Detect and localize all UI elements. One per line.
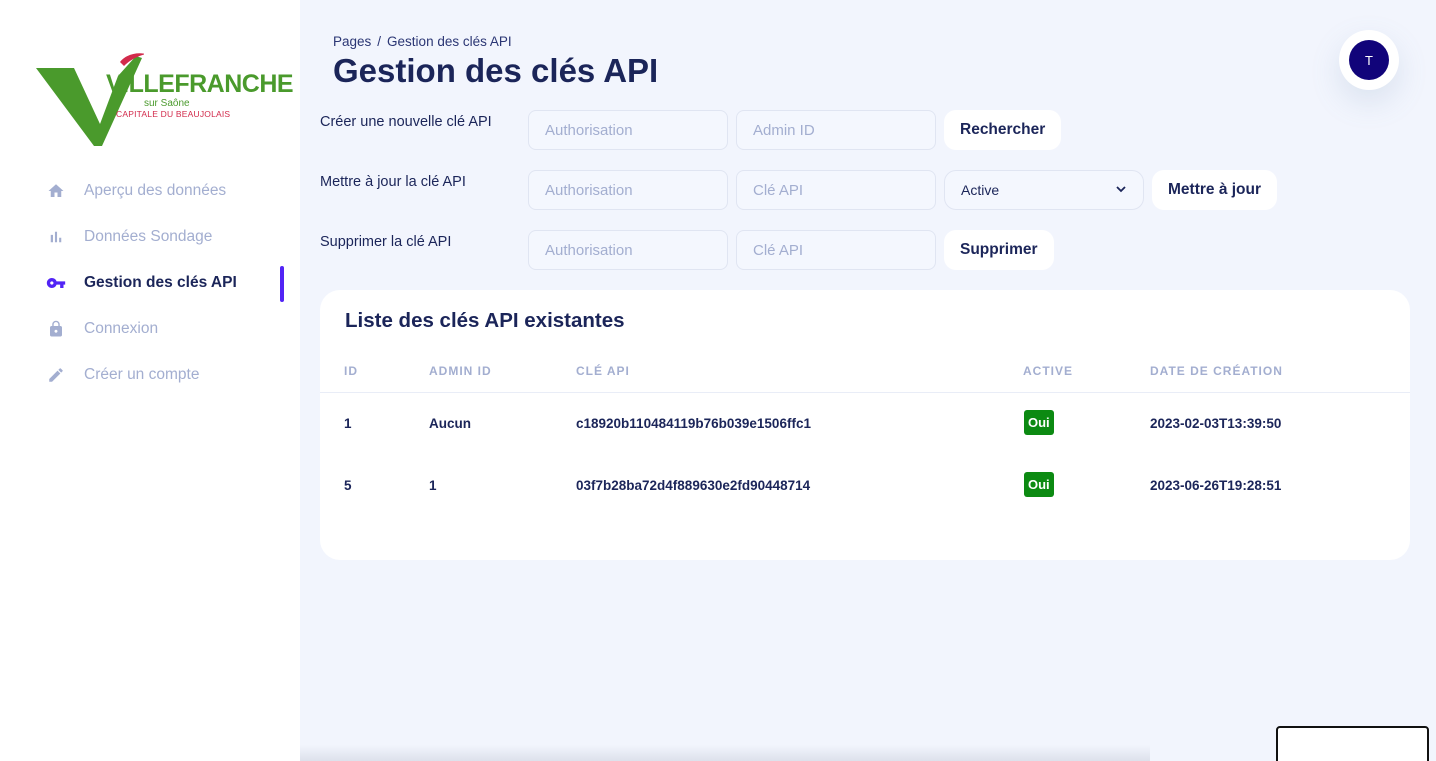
supprimer-button[interactable]: Supprimer xyxy=(944,230,1054,270)
col-active-header[interactable]: ACTIVE xyxy=(1023,364,1073,378)
sidebar-item-label: Créer un compte xyxy=(84,366,200,383)
cell-id: 5 xyxy=(344,478,352,493)
sidebar-item-label: Données Sondage xyxy=(84,228,213,245)
table-row: 1 Aucun c18920b110484119b76b039e1506ffc1… xyxy=(320,404,1410,444)
window-thumbnail[interactable] xyxy=(1276,726,1429,761)
sidebar-item-connexion[interactable]: Connexion xyxy=(0,306,300,352)
col-id-header[interactable]: ID xyxy=(344,364,358,378)
home-icon xyxy=(46,181,66,201)
table-header: ID ADMIN ID CLÉ API ACTIVE DATE DE CRÉAT… xyxy=(320,362,1410,393)
logo-tagline: CAPITALE DU BEAUJOLAIS xyxy=(116,109,231,119)
delete-key-label: Supprimer la clé API xyxy=(320,234,452,250)
cell-created: 2023-06-26T19:28:51 xyxy=(1150,478,1282,493)
pencil-icon xyxy=(46,365,66,385)
status-badge: Oui xyxy=(1024,472,1054,497)
col-admin-id-header[interactable]: ADMIN ID xyxy=(429,364,492,378)
col-key-header[interactable]: CLÉ API xyxy=(576,364,630,378)
delete-key-input[interactable] xyxy=(736,230,936,270)
sidebar-item-label: Aperçu des données xyxy=(84,182,227,199)
page-title: Gestion des clés API xyxy=(333,52,659,89)
update-key-input[interactable] xyxy=(736,170,936,210)
update-key-label: Mettre à jour la clé API xyxy=(320,174,466,190)
main-content: Pages / Gestion des clés API Gestion des c… xyxy=(300,0,1436,761)
delete-auth-input[interactable] xyxy=(528,230,728,270)
cell-id: 1 xyxy=(344,416,352,431)
logo-subtitle: sur Saône xyxy=(144,98,190,109)
logo-v-mark xyxy=(36,53,144,146)
create-key-form: Créer une nouvelle clé API Rechercher xyxy=(320,110,1320,150)
create-key-label: Créer une nouvelle clé API xyxy=(320,114,492,130)
card-title: Liste des clés API existantes xyxy=(345,309,625,332)
user-menu[interactable]: T xyxy=(1339,30,1399,90)
bar-chart-icon xyxy=(46,227,66,247)
villefranche-logo[interactable]: VILLEFRANCHE sur Saône CAPITALE DU BEAUJ… xyxy=(34,52,294,148)
cell-key: 03f7b28ba72d4f889630e2fd90448714 xyxy=(576,478,811,493)
cell-admin-id: Aucun xyxy=(429,416,471,431)
breadcrumb: Pages / Gestion des clés API xyxy=(333,34,512,49)
api-keys-card: Liste des clés API existantes ID ADMIN I… xyxy=(320,290,1410,560)
logo-title: VILLEFRANCHE xyxy=(106,70,294,98)
key-icon xyxy=(46,273,66,293)
sidebar-item-creer-compte[interactable]: Créer un compte xyxy=(0,352,300,398)
update-key-form: Mettre à jour la clé API Active Mettre à… xyxy=(320,170,1320,210)
sidebar-item-label: Gestion des clés API xyxy=(84,274,237,291)
mettre-a-jour-button[interactable]: Mettre à jour xyxy=(1152,170,1278,210)
cell-admin-id: 1 xyxy=(429,478,437,493)
sidebar-item-label: Connexion xyxy=(84,320,159,337)
active-indicator xyxy=(280,266,284,302)
create-admin-id-input[interactable] xyxy=(736,110,936,150)
status-select[interactable]: Active xyxy=(944,170,1144,210)
cell-created: 2023-02-03T13:39:50 xyxy=(1150,416,1282,431)
breadcrumb-current: Gestion des clés API xyxy=(387,34,512,49)
sidebar: VILLEFRANCHE sur Saône CAPITALE DU BEAUJ… xyxy=(0,0,300,761)
sidebar-item-gestion-cles-api[interactable]: Gestion des clés API xyxy=(0,260,300,306)
cell-key: c18920b110484119b76b039e1506ffc1 xyxy=(576,416,811,431)
sidebar-item-donnees-sondage[interactable]: Données Sondage xyxy=(0,214,300,260)
update-auth-input[interactable] xyxy=(528,170,728,210)
bottom-shadow xyxy=(300,745,1150,761)
status-select-value: Active xyxy=(961,182,1000,198)
status-badge: Oui xyxy=(1024,410,1054,435)
sidebar-nav: Aperçu des données Données Sondage Gesti… xyxy=(0,168,300,398)
create-auth-input[interactable] xyxy=(528,110,728,150)
sidebar-item-apercu[interactable]: Aperçu des données xyxy=(0,168,300,214)
delete-key-form: Supprimer la clé API Supprimer xyxy=(320,230,1320,270)
lock-icon xyxy=(46,319,66,339)
col-created-header[interactable]: DATE DE CRÉATION xyxy=(1150,364,1283,378)
table-row: 5 1 03f7b28ba72d4f889630e2fd90448714 Oui… xyxy=(320,466,1410,506)
chevron-down-icon xyxy=(1115,182,1127,198)
breadcrumb-separator: / xyxy=(377,34,382,49)
avatar[interactable]: T xyxy=(1349,40,1389,80)
rechercher-button[interactable]: Rechercher xyxy=(944,110,1062,150)
breadcrumb-root[interactable]: Pages xyxy=(333,34,371,49)
